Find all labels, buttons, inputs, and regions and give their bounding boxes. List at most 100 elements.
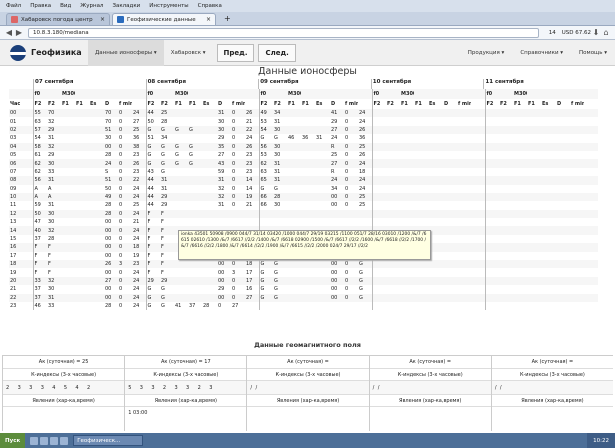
site-brand[interactable]: Геофизика <box>31 48 88 57</box>
browser-menu-item[interactable]: Закладки <box>112 3 140 9</box>
quicklaunch-icon[interactable] <box>30 436 39 445</box>
next-button[interactable]: След. <box>258 43 296 62</box>
download-icon[interactable]: ⬇ <box>591 28 601 37</box>
data-cell: 00 <box>217 276 231 286</box>
menu-references[interactable]: Справочники ▾ <box>512 40 571 66</box>
browser-menu-item[interactable]: Справка <box>198 3 222 9</box>
data-cell: 0 <box>118 226 132 235</box>
quicklaunch-icon[interactable] <box>60 436 69 445</box>
data-cell <box>484 218 499 227</box>
data-cell <box>541 218 556 226</box>
hour-cell: 05 <box>10 152 17 159</box>
menu-help[interactable]: Помощь ▾ <box>571 40 615 66</box>
kindex-values: // <box>247 380 369 394</box>
back-arrow-icon[interactable]: ◀ <box>4 28 14 37</box>
prev-button[interactable]: Пред. <box>216 43 255 62</box>
data-cell: 37 <box>32 234 47 244</box>
data-cell: F <box>145 268 160 277</box>
data-cell <box>358 302 372 310</box>
data-cell <box>584 134 598 142</box>
browser-menu-item[interactable]: Вид <box>60 3 71 9</box>
taskbar-task-browser[interactable]: Геофизическ... <box>73 435 144 446</box>
param-header <box>47 89 61 99</box>
close-tab-icon[interactable]: × <box>100 16 105 23</box>
data-cell <box>89 260 104 269</box>
data-cell: 24 <box>358 159 372 168</box>
data-cell <box>570 134 584 142</box>
data-cell <box>358 218 372 226</box>
data-cell <box>471 109 485 118</box>
data-cell: 29 <box>47 125 61 135</box>
data-cell <box>471 226 485 235</box>
data-cell: 53 <box>258 117 273 126</box>
currency-widget[interactable]: USD 67.62 <box>562 30 591 36</box>
data-cell <box>556 226 570 235</box>
data-cell <box>527 201 541 209</box>
param-subheader: D <box>105 101 110 107</box>
new-tab-button[interactable]: + <box>218 14 237 25</box>
data-cell <box>287 142 301 151</box>
data-cell <box>174 260 188 269</box>
data-cell <box>301 142 315 151</box>
data-cell <box>75 125 89 135</box>
data-cell: 31 <box>218 202 225 209</box>
data-cell: G <box>145 159 160 168</box>
data-cell <box>484 117 499 126</box>
data-cell: 25 <box>160 109 174 118</box>
browser-menu-item[interactable]: Журнал <box>80 3 103 9</box>
data-cell: 36 <box>302 135 309 142</box>
address-bar[interactable]: 10.8.3.180/mediana <box>28 27 539 38</box>
data-cell: 44 <box>145 192 160 202</box>
tab-weather[interactable]: Хабаровск погода центр × <box>6 13 110 25</box>
browser-menu-item[interactable]: Правка <box>30 3 51 9</box>
start-button[interactable]: Пуск <box>0 433 26 448</box>
data-cell: G <box>160 159 174 168</box>
geophysics-logo-icon[interactable] <box>10 44 26 61</box>
data-cell <box>287 109 301 118</box>
data-cell <box>457 109 471 118</box>
data-cell <box>174 285 188 293</box>
data-cell <box>89 117 104 125</box>
data-cell <box>471 134 485 142</box>
browser-menu-item[interactable]: Файл <box>6 3 21 9</box>
data-cell <box>315 192 330 202</box>
data-cell <box>89 268 104 276</box>
menu-city[interactable]: Хабаровск ▾ <box>164 40 213 66</box>
data-cell <box>188 218 202 226</box>
quicklaunch-icon[interactable] <box>40 436 49 445</box>
data-cell <box>287 117 301 125</box>
data-cell: R <box>330 142 344 151</box>
data-cell: 0 <box>119 252 123 259</box>
data-cell <box>75 134 89 142</box>
param-subheader: Es <box>542 101 549 107</box>
data-cell: 29 <box>160 276 174 286</box>
forward-arrow-icon[interactable]: ▶ <box>14 28 24 37</box>
data-cell <box>386 134 400 142</box>
data-cell <box>513 276 527 286</box>
data-cell <box>513 185 527 193</box>
site-favicon-icon <box>117 16 124 23</box>
home-icon[interactable]: ⌂ <box>601 28 611 37</box>
param-header <box>315 89 330 99</box>
close-tab-icon[interactable]: × <box>206 16 211 23</box>
browser-menu-item[interactable]: Инструменты <box>149 3 188 9</box>
data-cell: 59 <box>218 168 225 175</box>
data-cell <box>400 218 414 226</box>
param-header <box>428 89 443 99</box>
data-cell <box>513 302 527 310</box>
data-cell <box>584 109 598 118</box>
data-cell: 26 <box>104 260 118 269</box>
data-cell <box>61 117 75 125</box>
quicklaunch-icon[interactable] <box>50 436 59 445</box>
param-header <box>541 89 556 99</box>
data-cell: 0 <box>345 269 349 276</box>
tab-geophysics[interactable]: Геофизические данные × <box>112 13 216 25</box>
weather-widget[interactable]: 14 <box>549 30 556 36</box>
data-cell <box>484 243 499 252</box>
data-cell <box>428 185 443 193</box>
data-cell <box>75 260 89 269</box>
menu-products[interactable]: Продукция ▾ <box>460 40 513 66</box>
menu-ionosphere[interactable]: Данные ионосферы ▾ <box>88 39 164 66</box>
data-cell <box>471 176 485 185</box>
data-cell <box>584 209 598 219</box>
